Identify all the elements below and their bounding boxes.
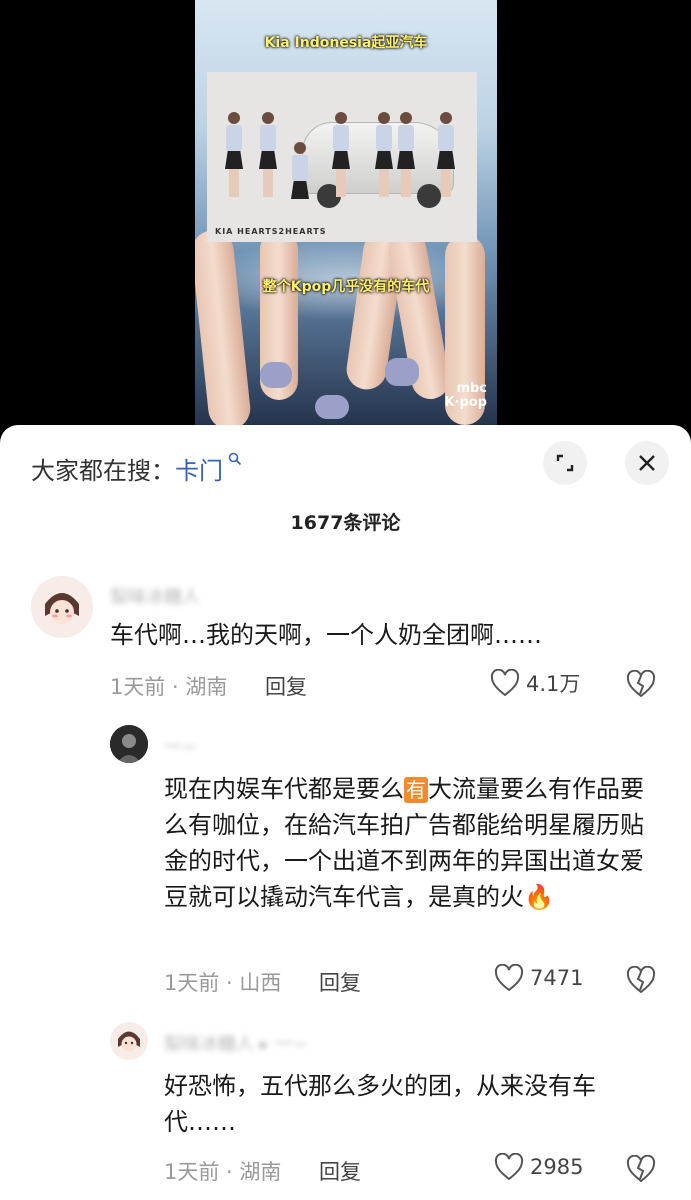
mbc-kpop-watermark: mbc K·pop (444, 382, 487, 410)
username[interactable]: 一~ (164, 733, 197, 759)
heart-icon (490, 669, 520, 697)
heart-icon (494, 964, 524, 992)
member-figure (225, 112, 243, 202)
member-figure (291, 142, 309, 232)
broken-heart-icon (626, 669, 656, 698)
member-figure (397, 112, 415, 202)
watermark-line1: mbc (456, 381, 487, 396)
avatar[interactable] (110, 725, 148, 763)
kia-ad-image: KIA HEARTS2HEARTS (207, 72, 477, 242)
broken-heart-icon (626, 965, 656, 994)
expand-icon (556, 454, 574, 472)
member-figure (375, 112, 393, 202)
expand-button[interactable] (543, 441, 587, 485)
shoe (315, 395, 349, 419)
like-button[interactable]: 4.1万 (490, 668, 580, 698)
search-prefix: 大家都在搜： (31, 457, 175, 485)
reply-button[interactable]: 回复 (319, 967, 361, 997)
watermark-line2: K·pop (444, 395, 487, 410)
comment-text: 现在内娱车代都是要么 有大流量要么有作品要么有咖位，在給汽车拍广告都能给明星履历贴… (164, 771, 664, 915)
reply-button[interactable]: 回复 (265, 671, 307, 701)
video-subtitle-top: Kia Indonesia起亚汽车 (264, 35, 428, 51)
username[interactable]: 梨味冰糖人 (110, 583, 200, 609)
shoe (260, 362, 292, 388)
like-count: 4.1万 (526, 672, 581, 696)
like-count: 7471 (530, 966, 584, 990)
dislike-button[interactable] (626, 1154, 656, 1187)
like-count: 2985 (530, 1155, 584, 1179)
like-button[interactable]: 7471 (494, 964, 583, 992)
comment-text: 车代啊…我的天啊，一个人奶全团啊…… (110, 621, 542, 649)
video-frame[interactable]: Kia Indonesia起亚汽车 KIA HEARTS2HEARTS 整个Kp… (195, 0, 497, 425)
comment-text-part1: 现在内娱车代都是要么 (164, 775, 404, 803)
shoe (385, 358, 419, 386)
comments-sheet: 大家都在搜：卡门 1677条评论 梨味冰糖人 车代啊…我的天啊，一个人奶全团啊…… (0, 425, 691, 1200)
search-keyword[interactable]: 卡门 (175, 457, 223, 485)
member-figure (332, 112, 350, 202)
broken-heart-icon (626, 1154, 656, 1183)
comment-meta: 1天前 · 山西 (164, 971, 282, 995)
comment-text: 好恐怖，五代那么多火的团，从来没有车代…… (164, 1072, 596, 1136)
trending-search[interactable]: 大家都在搜：卡门 (31, 451, 242, 486)
comment-meta: 1天前 · 湖南 (110, 675, 228, 699)
close-icon (639, 455, 655, 471)
dislike-button[interactable] (626, 669, 656, 702)
you-emoji: 有 (404, 777, 428, 803)
member-figure (437, 112, 455, 202)
like-button[interactable]: 2985 (494, 1153, 583, 1181)
close-button[interactable] (625, 441, 669, 485)
comment-count: 1677条评论 (290, 512, 401, 534)
search-icon (223, 451, 242, 470)
avatar[interactable] (31, 576, 93, 638)
comment-meta: 1天前 · 湖南 (164, 1160, 282, 1184)
username[interactable]: 梨味冰糖人 ▸ 一~ (164, 1030, 308, 1056)
reply-button[interactable]: 回复 (319, 1156, 361, 1186)
fire-emoji: 🔥 (524, 883, 554, 911)
heart-icon (494, 1153, 524, 1181)
video-player[interactable]: Kia Indonesia起亚汽车 KIA HEARTS2HEARTS 整个Kp… (0, 0, 691, 440)
avatar[interactable] (110, 1022, 148, 1060)
ad-logos: KIA HEARTS2HEARTS (215, 227, 327, 236)
member-figure (259, 112, 277, 202)
video-subtitle-mid: 整个Kpop几乎没有的车代 (262, 279, 430, 295)
dislike-button[interactable] (626, 965, 656, 998)
